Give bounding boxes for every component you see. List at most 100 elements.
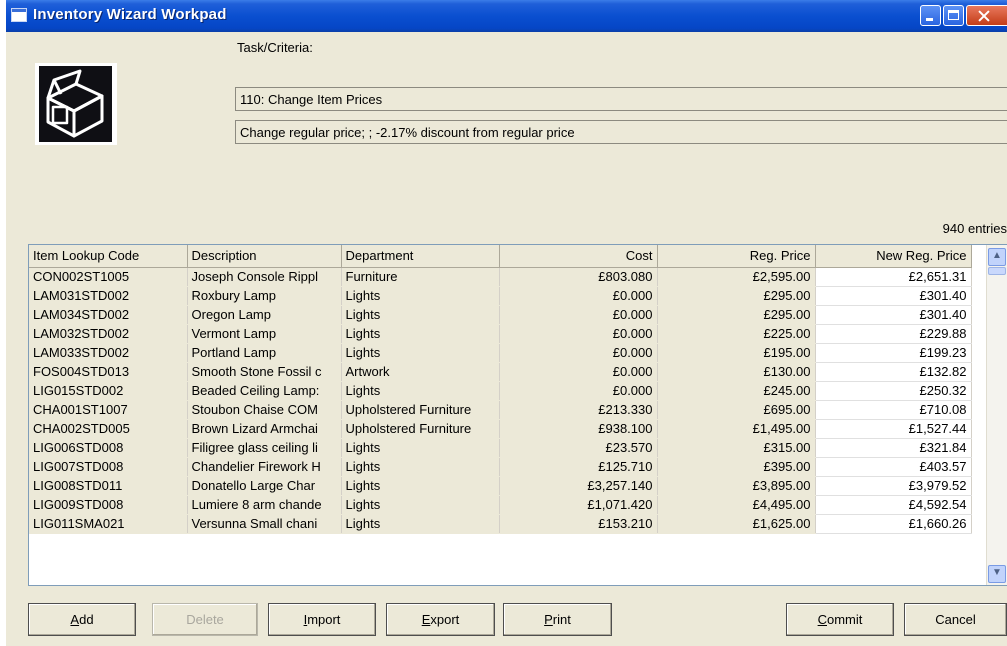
chevron-down-icon: ▼	[992, 567, 1002, 578]
table-row[interactable]: LIG009STD008 Lumiere 8 arm chande Lights £1…	[29, 495, 972, 515]
scroll-thumb[interactable]	[988, 267, 1006, 275]
table-row[interactable]: LIG015STD002 Beaded Ceiling Lamp: Lights £0…	[29, 381, 972, 401]
cell-item-lookup-code: LIG008STD011	[29, 476, 188, 496]
close-button[interactable]	[966, 5, 1007, 26]
cell-department: Furniture	[341, 267, 500, 287]
workpad-window: Inventory Wizard Workpad Task/Criteria: …	[6, 0, 1007, 646]
add-mnemonic: A	[70, 612, 80, 627]
cell-new-reg-price[interactable]: £199.23	[815, 343, 972, 363]
cell-department: Lights	[341, 343, 500, 363]
cell-cost: £0.000	[499, 362, 658, 382]
cell-new-reg-price[interactable]: £2,651.31	[815, 267, 972, 287]
cell-description: Chandelier Firework H	[187, 457, 342, 477]
print-label: rint	[552, 612, 571, 627]
table-row[interactable]: CHA002STD005 Brown Lizard Armchai Upholste…	[29, 419, 972, 439]
table-row[interactable]: LAM032STD002 Vermont Lamp Lights £0.000 £225…	[29, 324, 972, 344]
cell-reg-price: £295.00	[657, 305, 816, 325]
chevron-up-icon: ▲	[992, 250, 1002, 261]
add-label: dd	[79, 612, 94, 627]
add-button[interactable]: Add	[28, 603, 136, 636]
table-row[interactable]: LAM031STD002 Roxbury Lamp Lights £0.000 £295…	[29, 286, 972, 306]
cancel-button[interactable]: Cancel	[904, 603, 1007, 636]
delete-button[interactable]: Delete	[152, 603, 258, 636]
cell-reg-price: £4,495.00	[657, 495, 816, 515]
export-button[interactable]: Export	[386, 603, 495, 636]
cell-description: Brown Lizard Armchai	[187, 419, 342, 439]
cell-new-reg-price[interactable]: £132.82	[815, 362, 972, 382]
cell-reg-price: £130.00	[657, 362, 816, 382]
print-button[interactable]: Print	[503, 603, 612, 636]
cell-new-reg-price[interactable]: £301.40	[815, 305, 972, 325]
cell-new-reg-price[interactable]: £3,979.52	[815, 476, 972, 496]
cell-new-reg-price[interactable]: £229.88	[815, 324, 972, 344]
commit-mnemonic: C	[817, 612, 827, 627]
table-row[interactable]: LIG006STD008 Filigree glass ceiling li Lig…	[29, 438, 972, 458]
cell-reg-price: £1,495.00	[657, 419, 816, 439]
cell-cost: £3,257.140	[499, 476, 658, 496]
cell-description: Smooth Stone Fossil c	[187, 362, 342, 382]
table-row[interactable]: CHA001ST1007 Stoubon Chaise COM Upholstere…	[29, 400, 972, 420]
cell-department: Lights	[341, 514, 500, 534]
minimize-button[interactable]	[920, 5, 941, 26]
table-row[interactable]: LAM034STD002 Oregon Lamp Lights £0.000 £295.…	[29, 305, 972, 325]
items-grid[interactable]: Item Lookup Code Description Department …	[28, 244, 1007, 586]
vertical-scrollbar[interactable]: ▲ ▼	[986, 245, 1007, 585]
title-bar[interactable]: Inventory Wizard Workpad	[6, 0, 1007, 32]
commit-label: ommit	[827, 612, 863, 627]
table-header-row: Item Lookup Code Description Department …	[29, 245, 972, 268]
table-row[interactable]: FOS004STD013 Smooth Stone Fossil c Artwork…	[29, 362, 972, 382]
column-header-description[interactable]: Description	[187, 245, 342, 268]
commit-button[interactable]: Commit	[786, 603, 894, 636]
table-row[interactable]: CON002ST1005 Joseph Console Rippl Furnitur…	[29, 267, 972, 287]
table-row[interactable]: LIG008STD011 Donatello Large Char Lights £3…	[29, 476, 972, 496]
cell-item-lookup-code: LAM034STD002	[29, 305, 188, 325]
cell-reg-price: £315.00	[657, 438, 816, 458]
column-header-reg-price[interactable]: Reg. Price	[657, 245, 816, 268]
cell-cost: £938.100	[499, 419, 658, 439]
table-row[interactable]: LIG007STD008 Chandelier Firework H Lights £…	[29, 457, 972, 477]
cell-department: Lights	[341, 457, 500, 477]
cell-department: Lights	[341, 324, 500, 344]
cell-description: Vermont Lamp	[187, 324, 342, 344]
cell-cost: £153.210	[499, 514, 658, 534]
cell-cost: £0.000	[499, 381, 658, 401]
scroll-up-button[interactable]: ▲	[988, 248, 1006, 266]
cell-new-reg-price[interactable]: £710.08	[815, 400, 972, 420]
cell-new-reg-price[interactable]: £250.32	[815, 381, 972, 401]
cell-item-lookup-code: LIG009STD008	[29, 495, 188, 515]
cell-department: Upholstered Furniture	[341, 400, 500, 420]
column-header-department[interactable]: Department	[341, 245, 500, 268]
cell-new-reg-price[interactable]: £4,592.54	[815, 495, 972, 515]
cell-cost: £803.080	[499, 267, 658, 287]
cell-department: Lights	[341, 305, 500, 325]
task-field: 110: Change Item Prices	[235, 87, 1007, 111]
cell-cost: £125.710	[499, 457, 658, 477]
column-header-item-lookup-code[interactable]: Item Lookup Code	[29, 245, 188, 268]
print-mnemonic: P	[544, 612, 553, 627]
cell-description: Oregon Lamp	[187, 305, 342, 325]
cell-reg-price: £3,895.00	[657, 476, 816, 496]
table-row[interactable]: LAM033STD002 Portland Lamp Lights £0.000 £19…	[29, 343, 972, 363]
cell-new-reg-price[interactable]: £1,527.44	[815, 419, 972, 439]
entries-count: 940 entries	[942, 221, 1007, 236]
cell-description: Versunna Small chani	[187, 514, 342, 534]
cell-item-lookup-code: LIG006STD008	[29, 438, 188, 458]
table-row[interactable]: LIG011SMA021 Versunna Small chani Lights £1…	[29, 514, 972, 534]
cell-item-lookup-code: FOS004STD013	[29, 362, 188, 382]
column-header-new-reg-price[interactable]: New Reg. Price	[815, 245, 972, 268]
cell-description: Roxbury Lamp	[187, 286, 342, 306]
cell-new-reg-price[interactable]: £403.57	[815, 457, 972, 477]
column-header-cost[interactable]: Cost	[499, 245, 658, 268]
cell-new-reg-price[interactable]: £1,660.26	[815, 514, 972, 534]
import-button[interactable]: Import	[268, 603, 376, 636]
task-criteria-label: Task/Criteria:	[237, 40, 313, 55]
cell-new-reg-price[interactable]: £321.84	[815, 438, 972, 458]
cell-reg-price: £195.00	[657, 343, 816, 363]
cell-cost: £0.000	[499, 305, 658, 325]
window-icon	[11, 8, 27, 22]
cell-new-reg-price[interactable]: £301.40	[815, 286, 972, 306]
scroll-down-button[interactable]: ▼	[988, 565, 1006, 583]
maximize-button[interactable]	[943, 5, 964, 26]
cell-item-lookup-code: LAM033STD002	[29, 343, 188, 363]
cell-item-lookup-code: CON002ST1005	[29, 267, 188, 287]
